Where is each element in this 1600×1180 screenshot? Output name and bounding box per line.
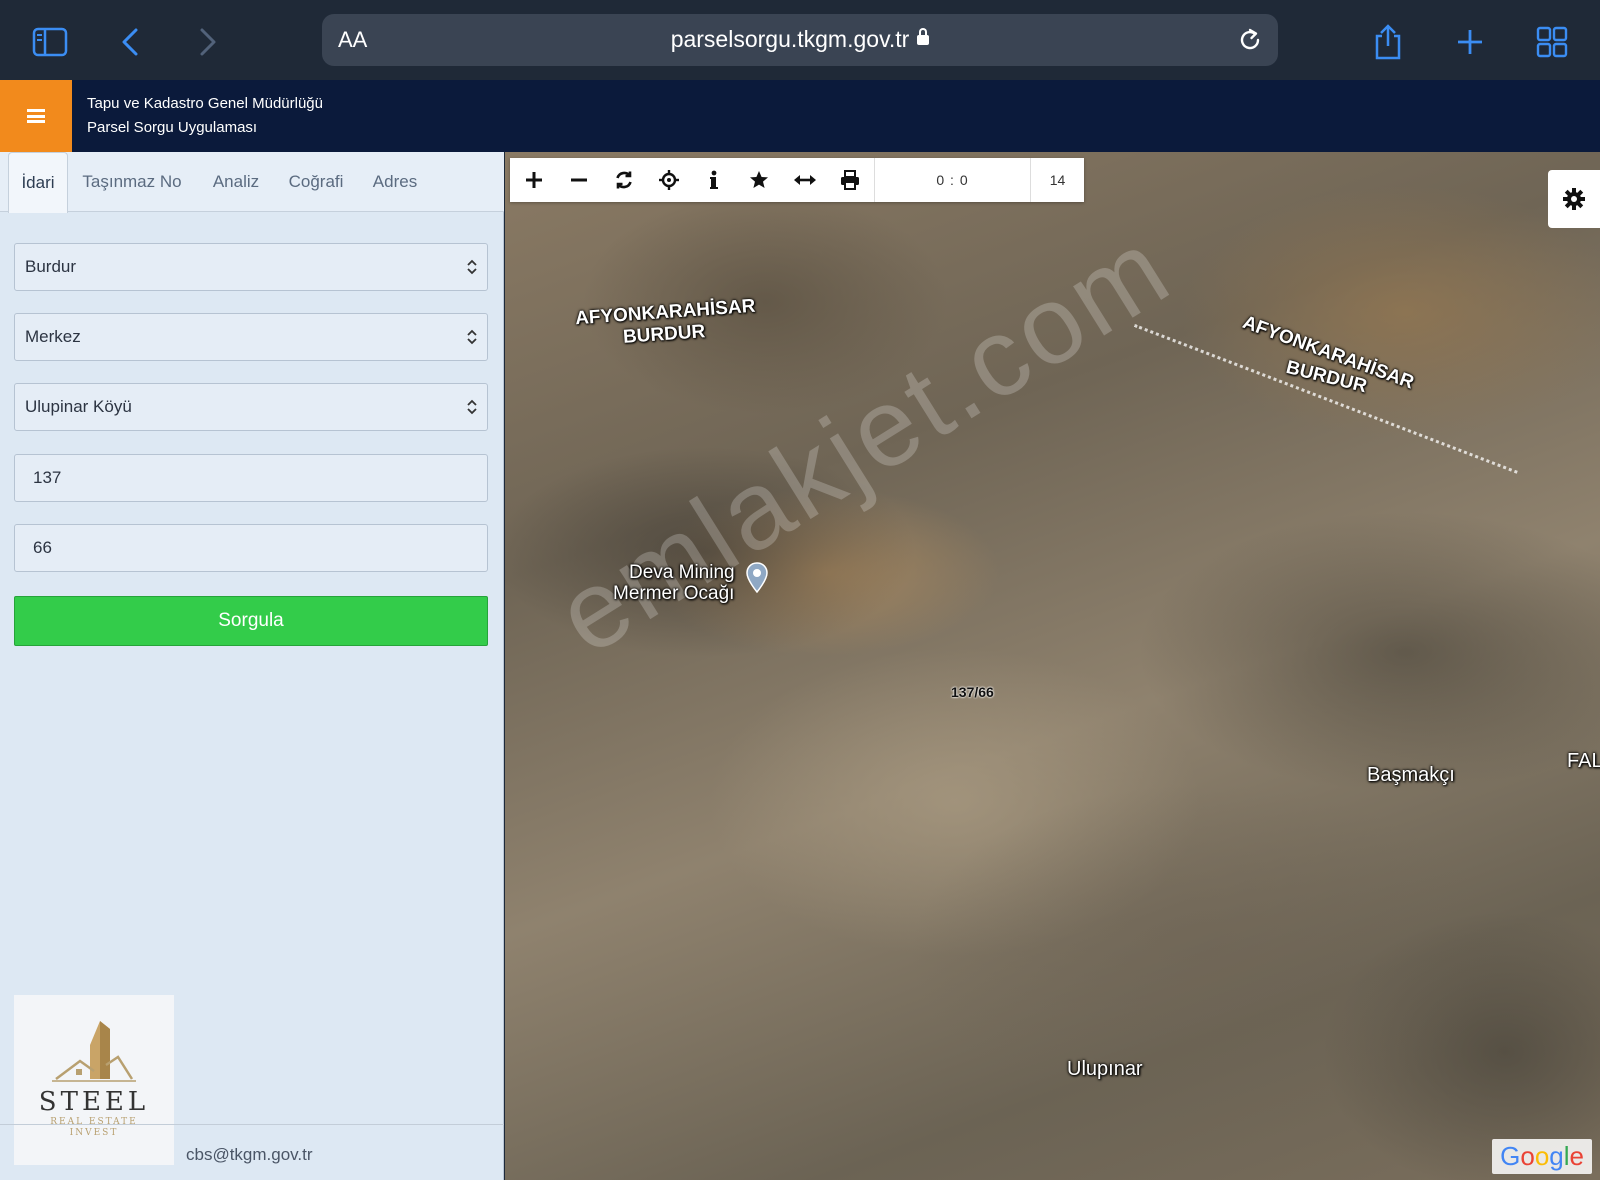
measure-button[interactable] bbox=[783, 158, 827, 202]
zoom-out-icon bbox=[571, 178, 587, 182]
favorite-button[interactable] bbox=[737, 158, 781, 202]
region-label: BURDUR bbox=[622, 321, 706, 348]
footer-email[interactable]: cbs@tkgm.gov.tr bbox=[186, 1145, 313, 1165]
tab-tasinmaz-no[interactable]: Taşınmaz No bbox=[76, 152, 188, 212]
favorite-icon bbox=[750, 171, 768, 188]
coordinate-display: 0 : 0 bbox=[874, 158, 1030, 202]
watermark: emlakjet.com bbox=[536, 204, 1192, 679]
google-letter: g bbox=[1549, 1141, 1564, 1171]
settings-button[interactable] bbox=[1548, 170, 1600, 228]
district-value: Merkez bbox=[25, 327, 81, 346]
district-select[interactable]: Merkez bbox=[14, 313, 488, 361]
url-display[interactable]: parselsorgu.tkgm.gov.tr bbox=[322, 26, 1278, 53]
google-letter: e bbox=[1569, 1141, 1584, 1171]
village-select[interactable]: Ulupinar Köyü bbox=[14, 383, 488, 431]
tabs-overview-icon[interactable] bbox=[1530, 20, 1574, 64]
satellite-map[interactable]: emlakjet.com AFYONKARAHİSAR BURDUR AFYON… bbox=[505, 152, 1600, 1180]
measure-icon bbox=[794, 175, 816, 185]
map-toolbar: 0 : 0 14 bbox=[510, 158, 1084, 202]
back-icon[interactable] bbox=[108, 20, 152, 64]
select-arrows-icon bbox=[467, 259, 477, 275]
sidebar-icon[interactable] bbox=[28, 20, 72, 64]
zoom-in-button[interactable] bbox=[512, 158, 556, 202]
url-text: parselsorgu.tkgm.gov.tr bbox=[670, 26, 910, 52]
browser-toolbar: AA parselsorgu.tkgm.gov.tr bbox=[0, 0, 1600, 80]
building-logo-icon bbox=[52, 1021, 136, 1082]
select-arrows-icon bbox=[467, 399, 477, 415]
parcel-no-input[interactable]: 66 bbox=[14, 524, 488, 572]
refresh-icon bbox=[616, 171, 632, 189]
org-name: Tapu ve Kadastro Genel Müdürlüğü bbox=[87, 95, 323, 112]
zoom-out-button[interactable] bbox=[557, 158, 601, 202]
zoom-in-icon bbox=[526, 172, 542, 188]
parcel-label: 137/66 bbox=[951, 684, 994, 700]
google-letter: G bbox=[1500, 1141, 1521, 1171]
poi-label: Deva Mining bbox=[629, 562, 735, 583]
query-panel: İdari Taşınmaz No Analiz Coğrafi Adres B… bbox=[0, 152, 504, 1180]
province-select[interactable]: Burdur bbox=[14, 243, 488, 291]
steel-logo: STEEL REAL ESTATE INVEST bbox=[14, 995, 174, 1165]
print-icon bbox=[841, 170, 859, 190]
logo-tagline: REAL ESTATE INVEST bbox=[14, 1117, 174, 1139]
lock-icon bbox=[917, 28, 930, 45]
google-letter: o bbox=[1520, 1141, 1535, 1171]
forward-icon[interactable] bbox=[186, 20, 230, 64]
settings-icon bbox=[1563, 188, 1585, 210]
app-header: Tapu ve Kadastro Genel Müdürlüğü Parsel … bbox=[0, 80, 1600, 152]
zoom-level-display: 14 bbox=[1030, 158, 1084, 202]
print-button[interactable] bbox=[828, 158, 872, 202]
tab-adres[interactable]: Adres bbox=[362, 152, 428, 212]
footer-divider bbox=[0, 1124, 504, 1125]
query-tabs: İdari Taşınmaz No Analiz Coğrafi Adres bbox=[0, 152, 504, 213]
map-pin-icon[interactable] bbox=[745, 562, 769, 594]
select-arrows-icon bbox=[467, 329, 477, 345]
logo-name: STEEL bbox=[38, 1087, 150, 1117]
edge-label: FAL bbox=[1567, 750, 1600, 772]
address-bar[interactable]: AA parselsorgu.tkgm.gov.tr bbox=[322, 14, 1278, 66]
locate-button[interactable] bbox=[647, 158, 691, 202]
new-tab-icon[interactable] bbox=[1448, 20, 1492, 64]
google-letter: o bbox=[1534, 1141, 1550, 1171]
menu-icon bbox=[27, 109, 45, 123]
info-icon bbox=[710, 170, 718, 189]
menu-button[interactable] bbox=[0, 80, 72, 152]
village-value: Ulupinar Köyü bbox=[25, 397, 132, 416]
info-button[interactable] bbox=[692, 158, 736, 202]
header-title: Tapu ve Kadastro Genel Müdürlüğü Parsel … bbox=[87, 92, 323, 140]
tab-idari[interactable]: İdari bbox=[8, 152, 68, 213]
refresh-button[interactable] bbox=[602, 158, 646, 202]
reload-icon[interactable] bbox=[1236, 26, 1264, 54]
share-icon[interactable] bbox=[1366, 20, 1410, 64]
block-no-input[interactable]: 137 bbox=[14, 454, 488, 502]
poi-label: Mermer Ocağı bbox=[613, 583, 735, 604]
locate-icon bbox=[659, 170, 679, 190]
app-name: Parsel Sorgu Uygulaması bbox=[87, 119, 258, 136]
village-label: Ulupınar bbox=[1067, 1058, 1143, 1080]
province-value: Burdur bbox=[25, 257, 77, 276]
tab-analiz[interactable]: Analiz bbox=[200, 152, 272, 212]
google-attribution[interactable]: Google bbox=[1492, 1139, 1592, 1174]
logo-tagline-1: REAL ESTATE bbox=[50, 1117, 138, 1127]
tab-cografi[interactable]: Coğrafi bbox=[280, 152, 352, 212]
logo-tagline-2: INVEST bbox=[69, 1128, 119, 1138]
village-label: Başmakçı bbox=[1367, 764, 1455, 786]
sorgula-button[interactable]: Sorgula bbox=[14, 596, 488, 646]
